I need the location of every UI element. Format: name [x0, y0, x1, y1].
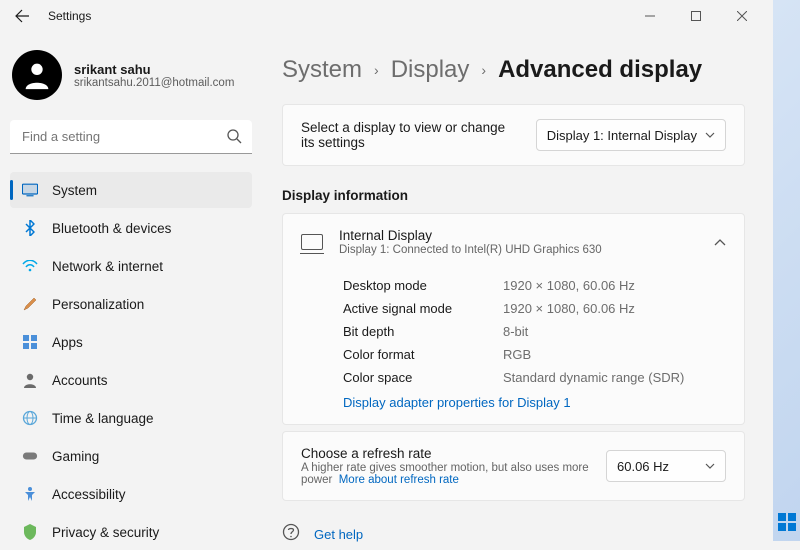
sidebar-item-privacy[interactable]: Privacy & security	[10, 514, 252, 550]
apps-icon	[22, 334, 38, 350]
system-icon	[22, 182, 38, 198]
person-icon	[22, 372, 38, 388]
window-title: Settings	[48, 9, 91, 23]
titlebar: Settings	[0, 0, 773, 32]
info-row: Color formatRGB	[343, 343, 726, 366]
help-icon	[282, 523, 300, 541]
display-info-header-row[interactable]: Internal Display Display 1: Connected to…	[283, 214, 744, 270]
display-connection: Display 1: Connected to Intel(R) UHD Gra…	[339, 244, 698, 256]
chevron-down-icon	[705, 463, 715, 469]
close-button[interactable]	[719, 0, 765, 32]
more-refresh-link[interactable]: More about refresh rate	[339, 474, 459, 486]
chevron-right-icon: ›	[481, 62, 486, 78]
display-info-expander: Internal Display Display 1: Connected to…	[282, 213, 745, 425]
get-help-row[interactable]: Get help	[282, 521, 745, 542]
sidebar-item-label: Personalization	[52, 297, 144, 312]
chevron-down-icon	[705, 132, 715, 138]
avatar	[12, 50, 62, 100]
back-arrow-icon	[14, 8, 30, 24]
sidebar-item-network[interactable]: Network & internet	[10, 248, 252, 284]
gamepad-icon	[22, 448, 38, 464]
search-container	[10, 120, 252, 154]
info-row: Active signal mode1920 × 1080, 60.06 Hz	[343, 297, 726, 320]
sidebar-item-label: Apps	[52, 335, 83, 350]
window-controls	[627, 0, 765, 32]
globe-clock-icon	[22, 410, 38, 426]
sidebar-item-label: Time & language	[52, 411, 154, 426]
nav-list: System Bluetooth & devices Network & int…	[10, 172, 252, 550]
sidebar-item-label: Bluetooth & devices	[52, 221, 171, 236]
wifi-icon	[22, 258, 38, 274]
dropdown-value: Display 1: Internal Display	[547, 128, 697, 143]
sidebar-item-bluetooth[interactable]: Bluetooth & devices	[10, 210, 252, 246]
sidebar-item-label: Accounts	[52, 373, 108, 388]
refresh-rate-card: Choose a refresh rate A higher rate give…	[282, 431, 745, 501]
select-display-card: Select a display to view or change its s…	[282, 104, 745, 166]
get-help-link[interactable]: Get help	[314, 527, 363, 542]
sidebar-item-label: System	[52, 183, 97, 198]
sidebar: srikant sahu srikantsahu.2011@hotmail.co…	[0, 32, 260, 550]
sidebar-item-time-language[interactable]: Time & language	[10, 400, 252, 436]
sidebar-item-label: Gaming	[52, 449, 99, 464]
display-name: Internal Display	[339, 228, 698, 243]
info-row: Bit depth8-bit	[343, 320, 726, 343]
desktop-edge	[773, 0, 800, 541]
refresh-rate-dropdown[interactable]: 60.06 Hz	[606, 450, 726, 482]
bluetooth-icon	[22, 220, 38, 236]
profile[interactable]: srikant sahu srikantsahu.2011@hotmail.co…	[10, 32, 252, 120]
sidebar-item-accessibility[interactable]: Accessibility	[10, 476, 252, 512]
profile-name: srikant sahu	[74, 62, 234, 77]
breadcrumb-current: Advanced display	[498, 56, 702, 84]
paintbrush-icon	[22, 296, 38, 312]
windows-logo-icon	[778, 513, 796, 531]
display-info-header: Display information	[282, 188, 745, 203]
select-display-description: Select a display to view or change its s…	[301, 120, 520, 150]
accessibility-icon	[22, 486, 38, 502]
sidebar-item-apps[interactable]: Apps	[10, 324, 252, 360]
breadcrumb: System › Display › Advanced display	[282, 56, 745, 84]
shield-icon	[22, 524, 38, 540]
info-row: Desktop mode1920 × 1080, 60.06 Hz	[343, 274, 726, 297]
breadcrumb-display[interactable]: Display	[391, 56, 470, 84]
sidebar-item-label: Accessibility	[52, 487, 126, 502]
maximize-button[interactable]	[673, 0, 719, 32]
sidebar-item-personalization[interactable]: Personalization	[10, 286, 252, 322]
display-info-body: Desktop mode1920 × 1080, 60.06 Hz Active…	[283, 270, 744, 424]
sidebar-item-gaming[interactable]: Gaming	[10, 438, 252, 474]
search-input[interactable]	[10, 120, 252, 154]
sidebar-item-accounts[interactable]: Accounts	[10, 362, 252, 398]
info-row: Color spaceStandard dynamic range (SDR)	[343, 366, 726, 389]
back-button[interactable]	[8, 2, 36, 30]
breadcrumb-system[interactable]: System	[282, 56, 362, 84]
main-content: System › Display › Advanced display Sele…	[260, 32, 773, 550]
person-icon	[20, 58, 54, 92]
minimize-button[interactable]	[627, 0, 673, 32]
display-select-dropdown[interactable]: Display 1: Internal Display	[536, 119, 726, 151]
adapter-properties-link[interactable]: Display adapter properties for Display 1	[343, 395, 571, 410]
sidebar-item-system[interactable]: System	[10, 172, 252, 208]
monitor-icon	[301, 234, 323, 250]
dropdown-value: 60.06 Hz	[617, 459, 669, 474]
profile-email: srikantsahu.2011@hotmail.com	[74, 77, 234, 89]
sidebar-item-label: Network & internet	[52, 259, 163, 274]
chevron-up-icon	[714, 239, 726, 246]
search-icon	[226, 128, 242, 144]
chevron-right-icon: ›	[374, 62, 379, 78]
refresh-rate-title: Choose a refresh rate	[301, 446, 590, 461]
sidebar-item-label: Privacy & security	[52, 525, 159, 540]
